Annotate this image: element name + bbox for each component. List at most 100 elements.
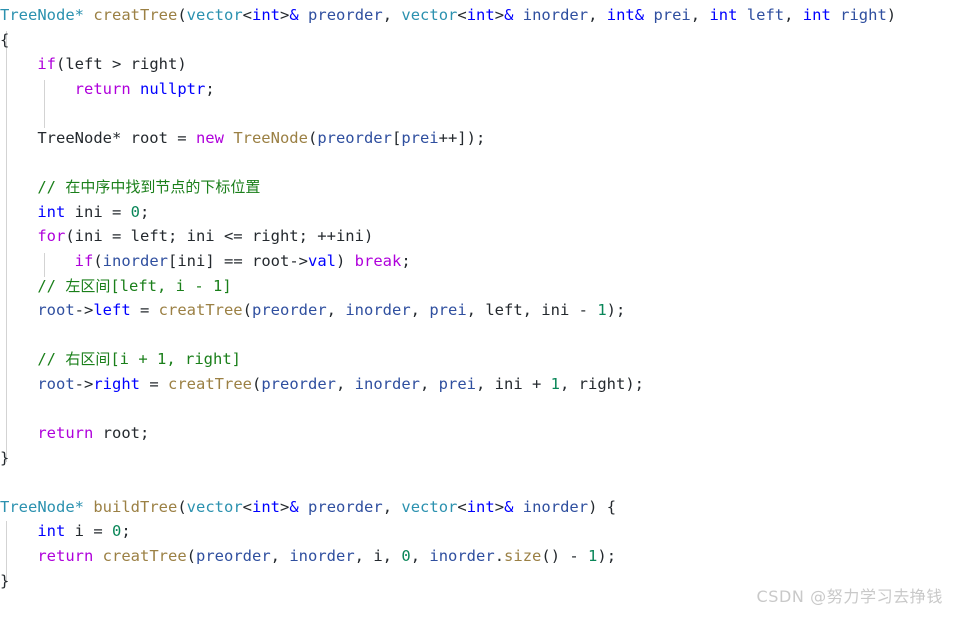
code-line: for(ini = left; ini <= right; ++ini) [0, 224, 896, 249]
code-token: [ [391, 128, 402, 147]
code-token: nullptr [140, 79, 206, 98]
code-token: preorder [308, 6, 383, 24]
code-line: if(inorder[ini] == root->val) break; [0, 249, 896, 274]
code-token: int [252, 6, 281, 24]
code-token: return [37, 424, 94, 443]
code-token: 1 [588, 547, 598, 566]
code-line: { [0, 28, 896, 53]
code-token: 0 [401, 547, 411, 566]
code-token: inorder [522, 6, 589, 24]
code-token: ( [252, 374, 262, 393]
code-token: int [466, 6, 495, 24]
code-token: , [784, 6, 803, 24]
code-token: preorder [308, 497, 383, 516]
code-token: } [0, 571, 10, 590]
code-token: > [280, 6, 290, 24]
code-token: ; [121, 522, 131, 541]
code-token: ( [242, 301, 252, 320]
code-line: if(left > right) [0, 52, 896, 77]
code-token: vector [186, 497, 243, 516]
code-token: inorder [429, 547, 495, 566]
code-token: i = [65, 522, 112, 541]
code-token: new [195, 128, 224, 147]
code-token: int [37, 202, 66, 221]
code-token: , [410, 547, 430, 566]
code-token: vector [401, 497, 458, 516]
code-token: ++]); [438, 128, 486, 147]
code-token: & [634, 6, 645, 24]
code-token: preorder [261, 374, 336, 393]
code-token: int [466, 497, 495, 516]
code-token: , [588, 6, 607, 24]
code-token: prei [653, 6, 691, 24]
code-token: , [690, 6, 710, 24]
code-token: , i, [354, 547, 402, 566]
code-token: inorder [289, 547, 355, 566]
code-token: right [93, 374, 140, 393]
code-token: return [37, 547, 94, 566]
code-token: if [74, 251, 94, 270]
code-token: TreeNode [0, 497, 75, 516]
code-token: < [242, 497, 253, 516]
code-token: , [420, 374, 439, 393]
code-block[interactable]: TreeNode* creatTree(vector<int>& preorde… [0, 0, 896, 593]
code-token: if [37, 55, 56, 74]
code-token: // [37, 350, 66, 369]
code-token: , [270, 547, 290, 566]
code-token: , [382, 6, 402, 24]
code-token: 左区间 [65, 276, 111, 295]
code-token: ( [177, 497, 187, 516]
code-token: } [0, 448, 10, 467]
code-token: ini = [65, 202, 131, 221]
code-token: = [140, 374, 168, 393]
code-token: prei [429, 301, 467, 320]
code-token: & [289, 497, 299, 516]
code-token: preorder [317, 128, 392, 147]
code-token: TreeNode [0, 6, 75, 24]
code-token: int [802, 6, 831, 24]
code-token: break [354, 251, 402, 270]
code-token: 1 [597, 301, 607, 320]
code-token: ) [886, 6, 897, 24]
code-token: TreeNode* root = [37, 128, 196, 147]
code-token: , ini + [476, 374, 551, 393]
code-token: root [37, 301, 75, 320]
code-token: val [307, 251, 336, 270]
code-token: int [606, 6, 635, 24]
csdn-watermark: CSDN @努力学习去挣钱 [756, 587, 943, 607]
code-token: vector [401, 6, 458, 24]
code-token: , [382, 497, 402, 516]
code-token: (ini = left; ini <= right; ++ini) [65, 227, 374, 246]
code-line: root->right = creatTree(preorder, inorde… [0, 372, 896, 397]
code-token: preorder [196, 547, 271, 566]
code-token: (left > right) [56, 55, 187, 74]
code-token: for [37, 227, 66, 246]
code-token: * [74, 497, 94, 516]
code-token: 1 [550, 374, 560, 393]
code-token: ; [140, 202, 150, 221]
code-token: = [130, 301, 159, 320]
code-token: ) [335, 251, 355, 270]
code-token: ; [205, 79, 215, 98]
code-token: > [494, 6, 505, 24]
code-token: > [280, 497, 290, 516]
code-token: 0 [130, 202, 140, 221]
code-token: ) { [588, 497, 617, 516]
code-token: int [37, 522, 66, 541]
code-line: return nullptr; [0, 77, 896, 102]
code-token: vector [186, 6, 243, 24]
code-token: prei [438, 374, 476, 393]
code-token: , right); [560, 374, 644, 393]
code-line: } [0, 446, 896, 471]
code-token: [i + 1, right] [110, 350, 241, 369]
